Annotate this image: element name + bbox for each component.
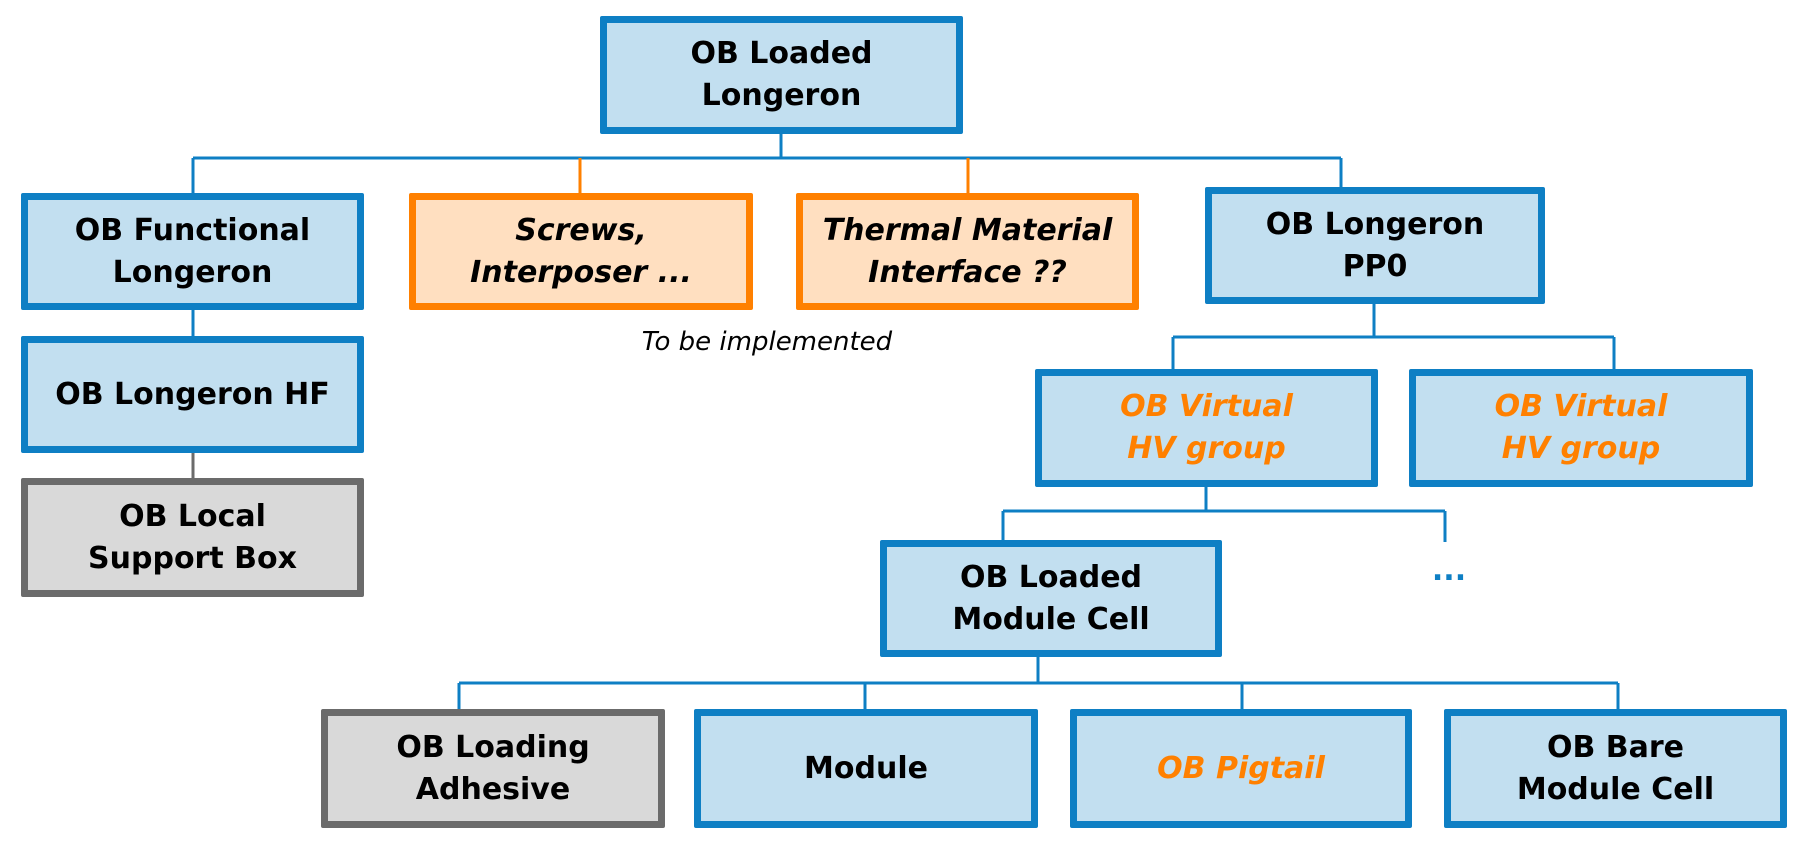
node-label: OB Local Support Box (88, 498, 297, 576)
node-ob-functional-longeron: OB Functional Longeron (21, 193, 364, 310)
node-ob-virtual-hv-group-1: OB Virtual HV group (1035, 369, 1378, 487)
node-ob-loading-adhesive: OB Loading Adhesive (321, 709, 665, 828)
node-label: OB Loading Adhesive (396, 729, 590, 807)
node-label: OB Pigtail (1157, 750, 1325, 786)
node-label: OB Virtual HV group (1120, 389, 1293, 466)
node-label: OB Longeron HF (55, 376, 330, 412)
to-be-implemented-note: To be implemented (641, 327, 893, 357)
node-label: OB Longeron PP0 (1265, 206, 1485, 284)
node-label: OB Functional Longeron (74, 212, 311, 290)
node-ob-longeron-hf: OB Longeron HF (21, 336, 364, 453)
node-thermal-material-interface: Thermal Material Interface ?? (796, 193, 1139, 310)
node-ob-loaded-longeron: OB Loaded Longeron (600, 16, 963, 134)
node-label: OB Bare Module Cell (1516, 729, 1715, 807)
node-label: OB Loaded Longeron (690, 36, 873, 113)
node-label: OB Virtual HV group (1494, 389, 1668, 466)
node-ob-pigtail: OB Pigtail (1070, 709, 1412, 828)
node-label: Module (804, 750, 928, 786)
node-label: Thermal Material Interface ?? (822, 212, 1113, 290)
node-label: Screws, Interposer ... (470, 212, 692, 290)
node-ob-virtual-hv-group-2: OB Virtual HV group (1409, 369, 1753, 487)
more-ellipsis: ... (1431, 553, 1467, 588)
node-ob-loaded-module-cell: OB Loaded Module Cell (880, 540, 1222, 657)
node-ob-local-support-box: OB Local Support Box (21, 478, 364, 597)
node-module: Module (694, 709, 1038, 828)
node-ob-longeron-pp0: OB Longeron PP0 (1205, 187, 1545, 304)
node-label: OB Loaded Module Cell (952, 559, 1150, 637)
node-screws-interposer: Screws, Interposer ... (409, 193, 753, 310)
node-ob-bare-module-cell: OB Bare Module Cell (1444, 709, 1787, 828)
